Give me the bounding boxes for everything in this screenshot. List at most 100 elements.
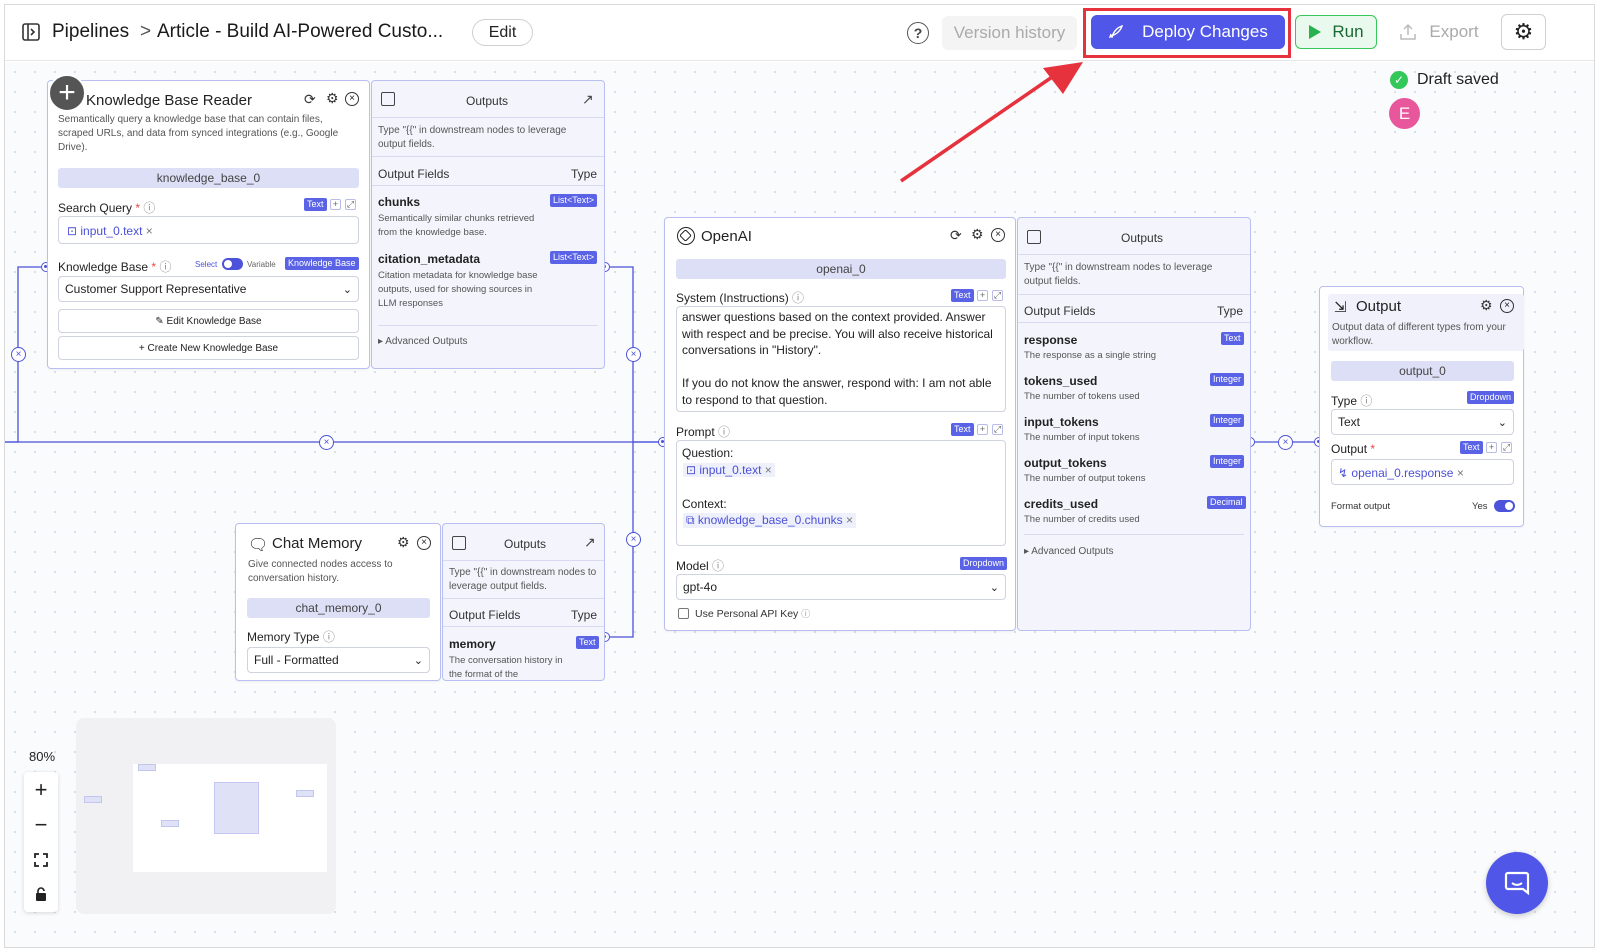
fit-view-icon[interactable]	[24, 844, 58, 876]
zoom-out-icon[interactable]: −	[24, 809, 58, 841]
expand-icon[interactable]: ⤢	[992, 290, 1003, 301]
minimap[interactable]	[76, 718, 336, 914]
advanced-outputs-toggle[interactable]: ▸ Advanced Outputs	[1024, 545, 1114, 559]
kb-reader-node[interactable]: Knowledge Base Reader ⟳ ⚙ × Semantically…	[47, 80, 370, 369]
prompt-type-tag: Text	[951, 423, 974, 436]
output-field-name: response	[1024, 333, 1078, 347]
system-text-para1: answer questions based on the context pr…	[682, 310, 993, 357]
collapse-panel-icon[interactable]	[452, 536, 466, 550]
check-circle-icon: ✓	[1390, 71, 1408, 89]
chat-outputs-panel: Outputs ↗ Type "{{" in downstream nodes …	[442, 523, 605, 681]
version-history-button[interactable]: Version history	[942, 16, 1077, 50]
help-icon[interactable]: ?	[907, 22, 929, 44]
collapse-panel-icon[interactable]	[1027, 230, 1041, 244]
page-title: Article - Build AI-Powered Custo...	[157, 21, 444, 42]
output-field-desc: The number of output tokens	[1024, 473, 1146, 484]
search-query-input[interactable]: ⊡ input_0.text ×	[58, 216, 359, 244]
memory-type-label: Memory Type ⓘ	[247, 630, 335, 644]
add-icon[interactable]: +	[330, 199, 341, 210]
api-key-checkbox[interactable]	[678, 608, 689, 619]
openai-node[interactable]: OpenAI ⟳ ⚙ × openai_0 System (Instructio…	[664, 217, 1016, 631]
output-field-label: Output *	[1331, 442, 1376, 456]
open-external-icon[interactable]: ↗	[584, 534, 596, 551]
close-icon[interactable]: ×	[417, 536, 431, 550]
collapse-panel-icon[interactable]	[381, 92, 395, 106]
system-instructions-textarea[interactable]: answer questions based on the context pr…	[676, 306, 1006, 412]
gear-icon: ⚙	[1513, 19, 1534, 44]
kb-chunks-chip: ⧉ knowledge_base_0.chunks ×	[683, 513, 857, 528]
avatar[interactable]: E	[1389, 98, 1420, 129]
prompt-textarea[interactable]: Question: ⊡ input_0.text × Context: ⧉ kn…	[676, 440, 1006, 546]
run-button[interactable]: Run	[1295, 15, 1377, 49]
chevron-down-icon: ⌄	[989, 581, 999, 594]
format-output-label: Format output	[1331, 501, 1391, 512]
output-node-id: output_0	[1331, 361, 1514, 381]
remove-edge-icon[interactable]: ×	[1278, 435, 1293, 450]
kb-select-label: Knowledge Base * ⓘ	[58, 260, 172, 274]
edit-kb-button[interactable]: ✎ Edit Knowledge Base	[58, 309, 359, 333]
output-field-type: Decimal	[1207, 496, 1246, 509]
output-fields-header: Output Fields	[1024, 304, 1096, 318]
close-icon[interactable]: ×	[1500, 299, 1514, 313]
gear-icon[interactable]: ⚙	[326, 90, 339, 107]
remove-edge-icon[interactable]: ×	[626, 532, 641, 547]
outputs-header: Outputs	[504, 537, 547, 551]
export-button[interactable]: Export	[1389, 15, 1489, 49]
output-text-tag: Text	[1460, 441, 1483, 454]
output-field-desc: Semantically similar chunks retrieved fr…	[378, 213, 535, 238]
open-external-icon[interactable]: ↗	[582, 91, 594, 108]
add-icon[interactable]: +	[977, 290, 988, 301]
memory-type-dropdown[interactable]: Full - Formatted ⌄	[247, 647, 430, 673]
remove-edge-icon[interactable]: ×	[626, 347, 641, 362]
output-field-name: citation_metadata	[378, 252, 481, 266]
advanced-outputs-toggle[interactable]: ▸ Advanced Outputs	[378, 335, 468, 349]
outputs-hint: Type "{{" in downstream nodes to leverag…	[1024, 262, 1213, 287]
kb-dropdown[interactable]: Customer Support Representative ⌄	[58, 276, 359, 302]
format-output-toggle[interactable]	[1494, 500, 1515, 512]
output-field-desc: The number of credits used	[1024, 514, 1140, 525]
add-node-button[interactable]: +	[48, 74, 86, 112]
gear-icon[interactable]: ⚙	[971, 226, 984, 243]
gear-icon[interactable]: ⚙	[1480, 297, 1493, 314]
output-value-input[interactable]: ↯ openai_0.response ×	[1331, 459, 1514, 485]
app-frame: Pipelines > Article - Build AI-Powered C…	[4, 4, 1595, 948]
remove-edge-icon[interactable]: ×	[319, 435, 334, 450]
output-field-desc: The conversation history in the format o…	[449, 655, 563, 678]
edit-title-button[interactable]: Edit	[472, 19, 533, 46]
sidebar-toggle-icon[interactable]	[21, 22, 41, 42]
chat-support-button[interactable]	[1486, 852, 1548, 914]
model-dropdown[interactable]: gpt-4o ⌄	[676, 574, 1006, 600]
settings-button[interactable]: ⚙	[1501, 14, 1546, 50]
output-type-dropdown[interactable]: Text ⌄	[1331, 409, 1514, 435]
refresh-icon[interactable]: ⟳	[950, 227, 962, 244]
openai-node-id: openai_0	[676, 259, 1006, 279]
deploy-changes-button[interactable]: Deploy Changes	[1091, 15, 1285, 49]
zoom-in-icon[interactable]: +	[24, 774, 58, 806]
breadcrumb-pipelines[interactable]: Pipelines	[52, 21, 129, 43]
output-node[interactable]: ⇲ Output ⚙ × Output data of different ty…	[1319, 286, 1524, 527]
chevron-down-icon: ⌄	[1497, 416, 1507, 429]
model-type-tag: Dropdown	[960, 557, 1008, 570]
add-icon[interactable]: +	[1486, 442, 1497, 453]
lock-icon[interactable]	[24, 878, 58, 910]
openai-outputs-panel: Outputs Type "{{" in downstream nodes to…	[1017, 217, 1251, 631]
close-icon[interactable]: ×	[345, 92, 359, 106]
expand-icon[interactable]: ⤢	[345, 199, 356, 210]
output-fields-header: Output Fields	[378, 167, 450, 181]
create-kb-button[interactable]: + Create New Knowledge Base	[58, 336, 359, 360]
chat-memory-node[interactable]: 🗨 Chat Memory ⚙ × Give connected nodes a…	[235, 523, 441, 681]
add-icon[interactable]: +	[977, 424, 988, 435]
output-node-icon: ⇲	[1334, 299, 1347, 316]
remove-edge-icon[interactable]: ×	[11, 347, 26, 362]
gear-icon[interactable]: ⚙	[397, 534, 410, 551]
deploy-label: Deploy Changes	[1142, 22, 1268, 41]
prompt-context: Context:	[682, 497, 727, 511]
response-chip: ↯ openai_0.response ×	[1338, 466, 1464, 480]
pipeline-canvas[interactable]: × × × × × Knowledge Base Reader ⟳ ⚙ × Se…	[5, 62, 1594, 947]
close-icon[interactable]: ×	[991, 228, 1005, 242]
expand-icon[interactable]: ⤢	[1501, 442, 1512, 453]
expand-icon[interactable]: ⤢	[992, 424, 1003, 435]
select-variable-toggle[interactable]	[222, 258, 243, 270]
output-field-desc: Citation metadata for knowledge base out…	[378, 270, 538, 309]
refresh-icon[interactable]: ⟳	[304, 91, 316, 108]
